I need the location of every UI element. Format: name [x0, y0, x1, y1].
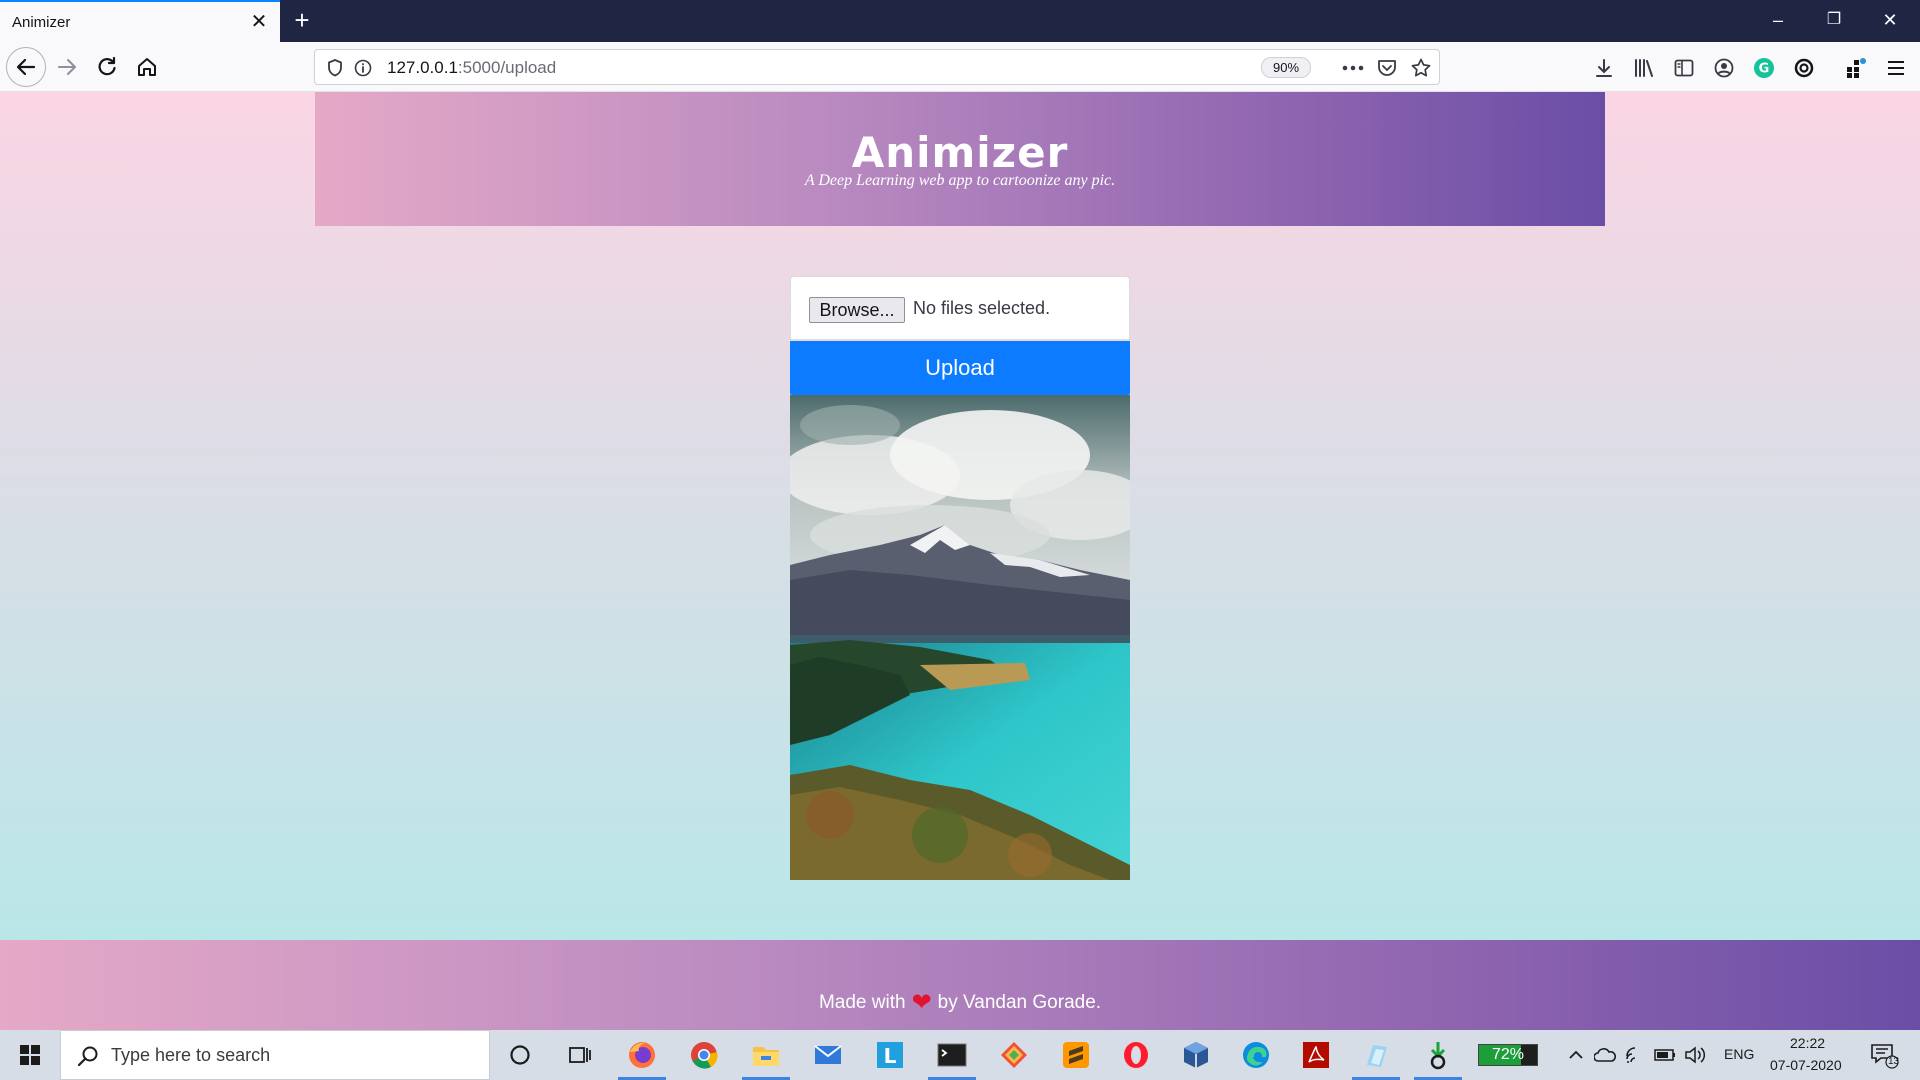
search-icon [77, 1046, 98, 1067]
download-app-icon[interactable] [1420, 1038, 1456, 1072]
cortana-icon[interactable] [502, 1038, 538, 1072]
url-path: :5000/upload [457, 58, 557, 77]
file-status-text: No files selected. [913, 298, 1051, 318]
taskbar-search[interactable]: Type here to search [60, 1030, 490, 1080]
notification-center-button[interactable]: 13 [1864, 1038, 1904, 1072]
notification-count: 13 [1888, 1056, 1900, 1067]
battery-percent: 72% [1491, 1046, 1525, 1063]
new-tab-button[interactable]: + [288, 6, 316, 34]
library-icon[interactable] [1630, 54, 1658, 82]
l-app-icon[interactable]: L [872, 1038, 908, 1072]
tab-close-icon[interactable]: ✕ [248, 11, 270, 33]
forward-arrow-icon [58, 59, 76, 75]
extensions-icon[interactable] [1842, 54, 1870, 82]
forward-button[interactable] [50, 50, 84, 84]
acrobat-icon[interactable] [1298, 1038, 1334, 1072]
virtualbox-icon[interactable] [1178, 1038, 1214, 1072]
windows-taskbar: Type here to search L 72% ENG 22:22 07-0… [0, 1030, 1920, 1080]
minimize-button[interactable]: – [1758, 6, 1798, 34]
page-content: Animizer A Deep Learning web app to cart… [0, 92, 1920, 1080]
tab-title: Animizer [12, 13, 71, 31]
cartoonized-result-image [790, 395, 1130, 880]
show-hidden-icons-icon[interactable] [1564, 1038, 1588, 1072]
opera-icon[interactable] [1118, 1038, 1154, 1072]
edge-icon[interactable] [1238, 1038, 1274, 1072]
page-actions-icon[interactable] [1341, 56, 1365, 80]
home-icon [138, 58, 156, 76]
zoom-level-badge[interactable]: 90% [1261, 57, 1311, 78]
navigation-toolbar: 127.0.0.1:5000/upload 90% G [0, 42, 1920, 92]
volume-icon[interactable] [1682, 1038, 1708, 1072]
footer-credit: Made with ❤ by Vandan Gorade. [0, 988, 1920, 1017]
windows-logo-icon [20, 1045, 40, 1065]
grammarly-icon[interactable]: G [1750, 54, 1778, 82]
chrome-icon[interactable] [686, 1038, 722, 1072]
restore-button[interactable]: ❐ [1814, 6, 1854, 34]
git-icon[interactable] [996, 1038, 1032, 1072]
home-button[interactable] [130, 50, 164, 84]
pocket-icon[interactable] [1375, 56, 1399, 80]
reload-icon [98, 56, 116, 76]
tab-bar: Animizer ✕ + – ❐ ✕ [0, 0, 1920, 42]
shield-icon[interactable] [323, 56, 347, 80]
mail-icon[interactable] [810, 1038, 846, 1072]
svg-text:L: L [884, 1044, 897, 1068]
svg-text:G: G [1759, 62, 1770, 77]
heart-icon: ❤ [911, 989, 932, 1016]
browse-button[interactable]: Browse... [809, 297, 905, 323]
terminal-icon[interactable] [934, 1038, 970, 1072]
file-input-card: Browse... No files selected. [790, 276, 1130, 340]
footer-author: by Vandan Gorade. [937, 992, 1102, 1013]
battery-meter[interactable]: 72% [1478, 1044, 1538, 1066]
back-arrow-icon [16, 58, 36, 76]
wifi-icon[interactable] [1622, 1038, 1648, 1072]
footer-prefix: Made with [818, 992, 906, 1013]
language-indicator[interactable]: ENG [1724, 1046, 1754, 1062]
reload-button[interactable] [90, 50, 124, 84]
tab-animizer[interactable]: Animizer ✕ [0, 0, 280, 42]
downloads-icon[interactable] [1590, 54, 1618, 82]
header-banner: Animizer A Deep Learning web app to cart… [315, 92, 1605, 226]
sync-extension-icon[interactable] [1790, 54, 1818, 82]
upload-button[interactable]: Upload [790, 341, 1130, 395]
onedrive-icon[interactable] [1592, 1038, 1618, 1072]
url-text[interactable]: 127.0.0.1:5000/upload [387, 58, 556, 78]
task-view-icon[interactable] [562, 1038, 598, 1072]
bookmark-star-icon[interactable] [1409, 56, 1433, 80]
search-placeholder: Type here to search [111, 1045, 271, 1065]
site-info-icon[interactable] [351, 56, 375, 80]
battery-icon[interactable] [1652, 1038, 1678, 1072]
notepad-icon[interactable] [1358, 1038, 1394, 1072]
app-subtitle: A Deep Learning web app to cartoonize an… [804, 172, 1116, 189]
sidebar-icon[interactable] [1670, 54, 1698, 82]
account-icon[interactable] [1710, 54, 1738, 82]
clock-date[interactable]: 07-07-2020 [1770, 1057, 1842, 1073]
app-title: Animizer [851, 128, 1069, 177]
url-bar[interactable]: 127.0.0.1:5000/upload 90% [314, 49, 1440, 85]
firefox-icon[interactable] [624, 1038, 660, 1072]
start-button[interactable] [0, 1030, 60, 1080]
file-explorer-icon[interactable] [748, 1038, 784, 1072]
close-window-button[interactable]: ✕ [1870, 6, 1910, 34]
menu-icon[interactable] [1882, 54, 1910, 82]
back-button[interactable] [6, 47, 46, 87]
clock-time[interactable]: 22:22 [1790, 1035, 1825, 1051]
sublime-icon[interactable] [1058, 1038, 1094, 1072]
url-host: 127.0.0.1 [387, 58, 458, 77]
